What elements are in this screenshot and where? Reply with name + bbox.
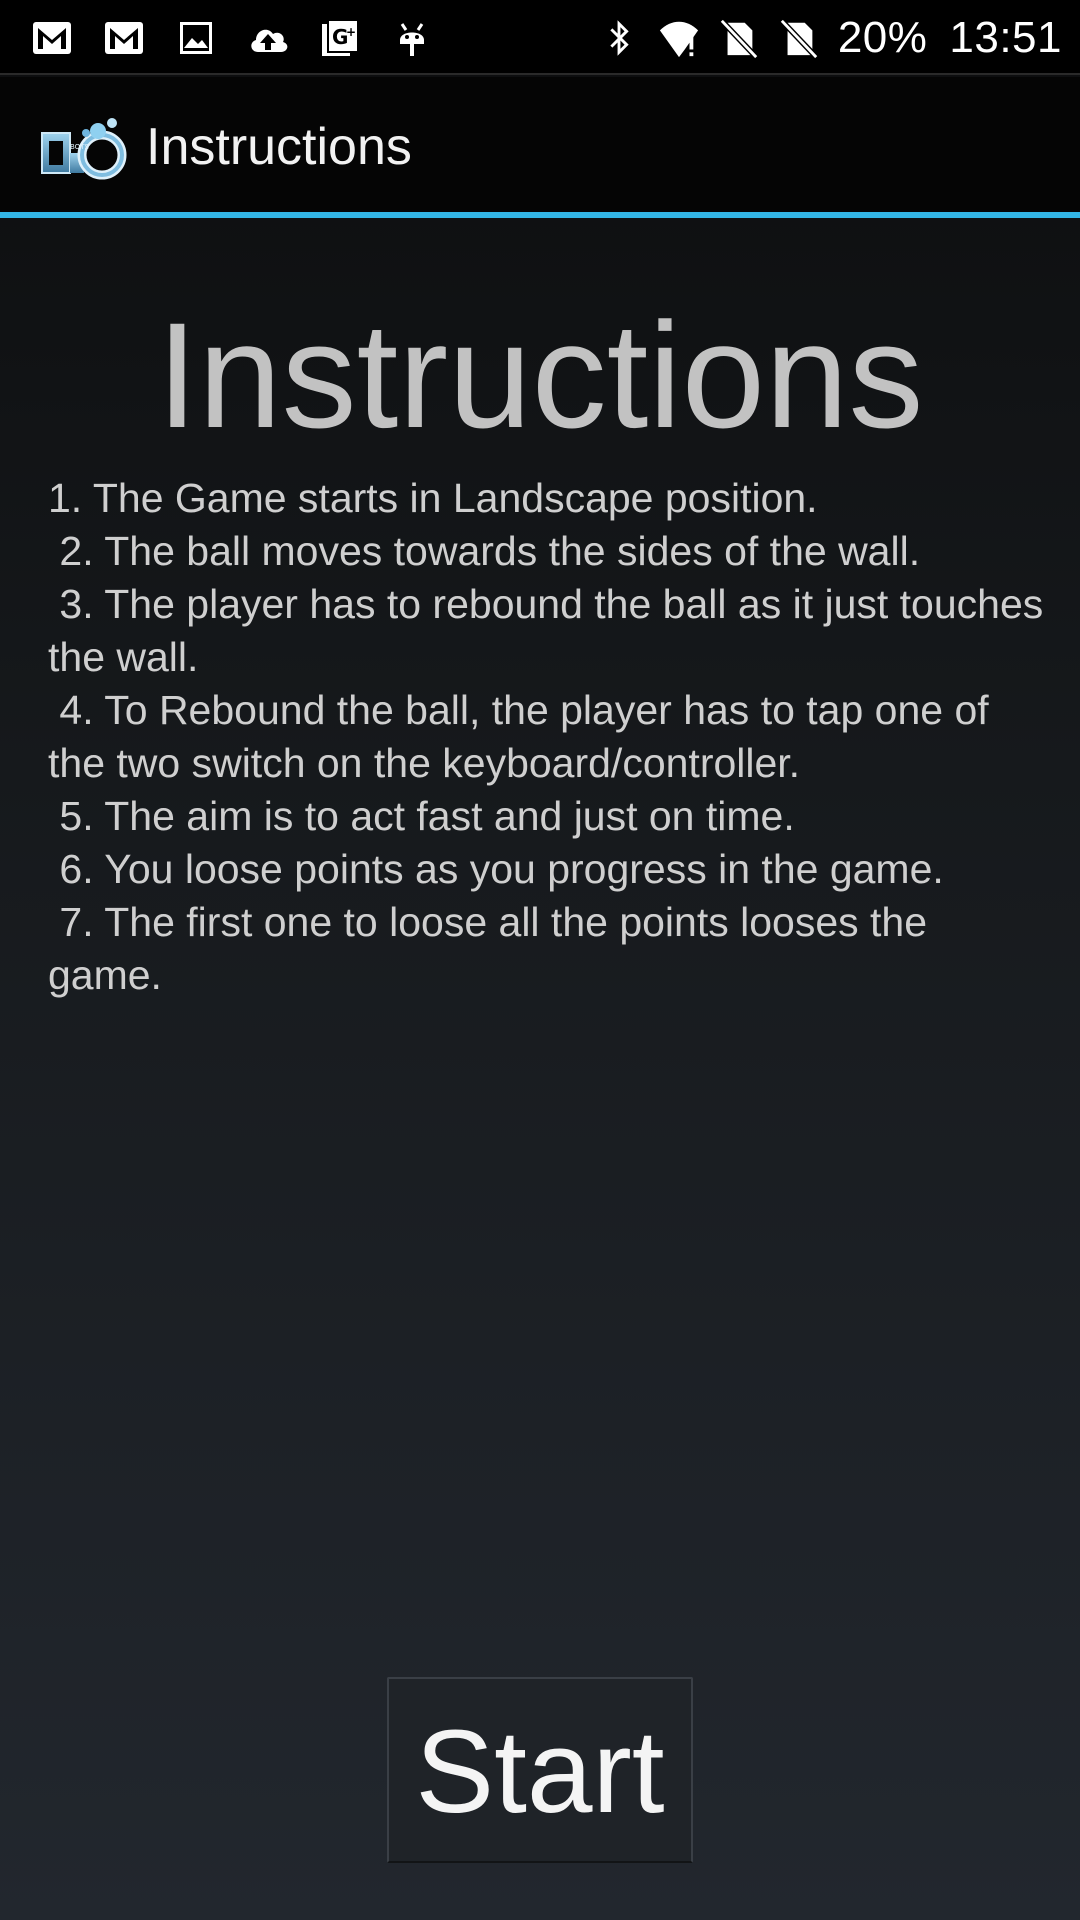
gallery-icon (174, 16, 218, 60)
bluetooth-icon (598, 17, 640, 59)
android-debug-icon (390, 16, 434, 60)
app-logo-icon[interactable]: BOTS (40, 113, 128, 181)
start-button[interactable]: Start (387, 1677, 693, 1863)
gmail-icon (30, 16, 74, 60)
google-plus-icon: G + (318, 16, 362, 60)
no-sim-icon (718, 17, 760, 59)
page-heading: Instructions (156, 291, 924, 459)
system-status: 20% 13:51 (598, 10, 1062, 66)
action-bar-title: Instructions (146, 118, 412, 176)
battery-percentage: 20% (837, 13, 928, 62)
action-bar-divider (0, 212, 1080, 218)
action-bar: BOTS Instructions (0, 77, 1080, 212)
no-sim-icon (778, 17, 820, 59)
instructions-text: 1. The Game starts in Landscape position… (48, 475, 1044, 998)
gmail-icon (102, 16, 146, 60)
svg-text:+: + (346, 25, 356, 39)
instructions-screen: G + 20% 13:51 BOTS Instructions Instruct… (0, 0, 1080, 1920)
svg-text:BOTS: BOTS (70, 143, 89, 151)
clock: 13:51 (949, 13, 1062, 62)
cloud-upload-icon (246, 16, 290, 60)
notification-icons: G + (30, 12, 434, 64)
wifi-alert-icon (658, 17, 700, 59)
status-bar: G + 20% 13:51 (0, 0, 1080, 75)
